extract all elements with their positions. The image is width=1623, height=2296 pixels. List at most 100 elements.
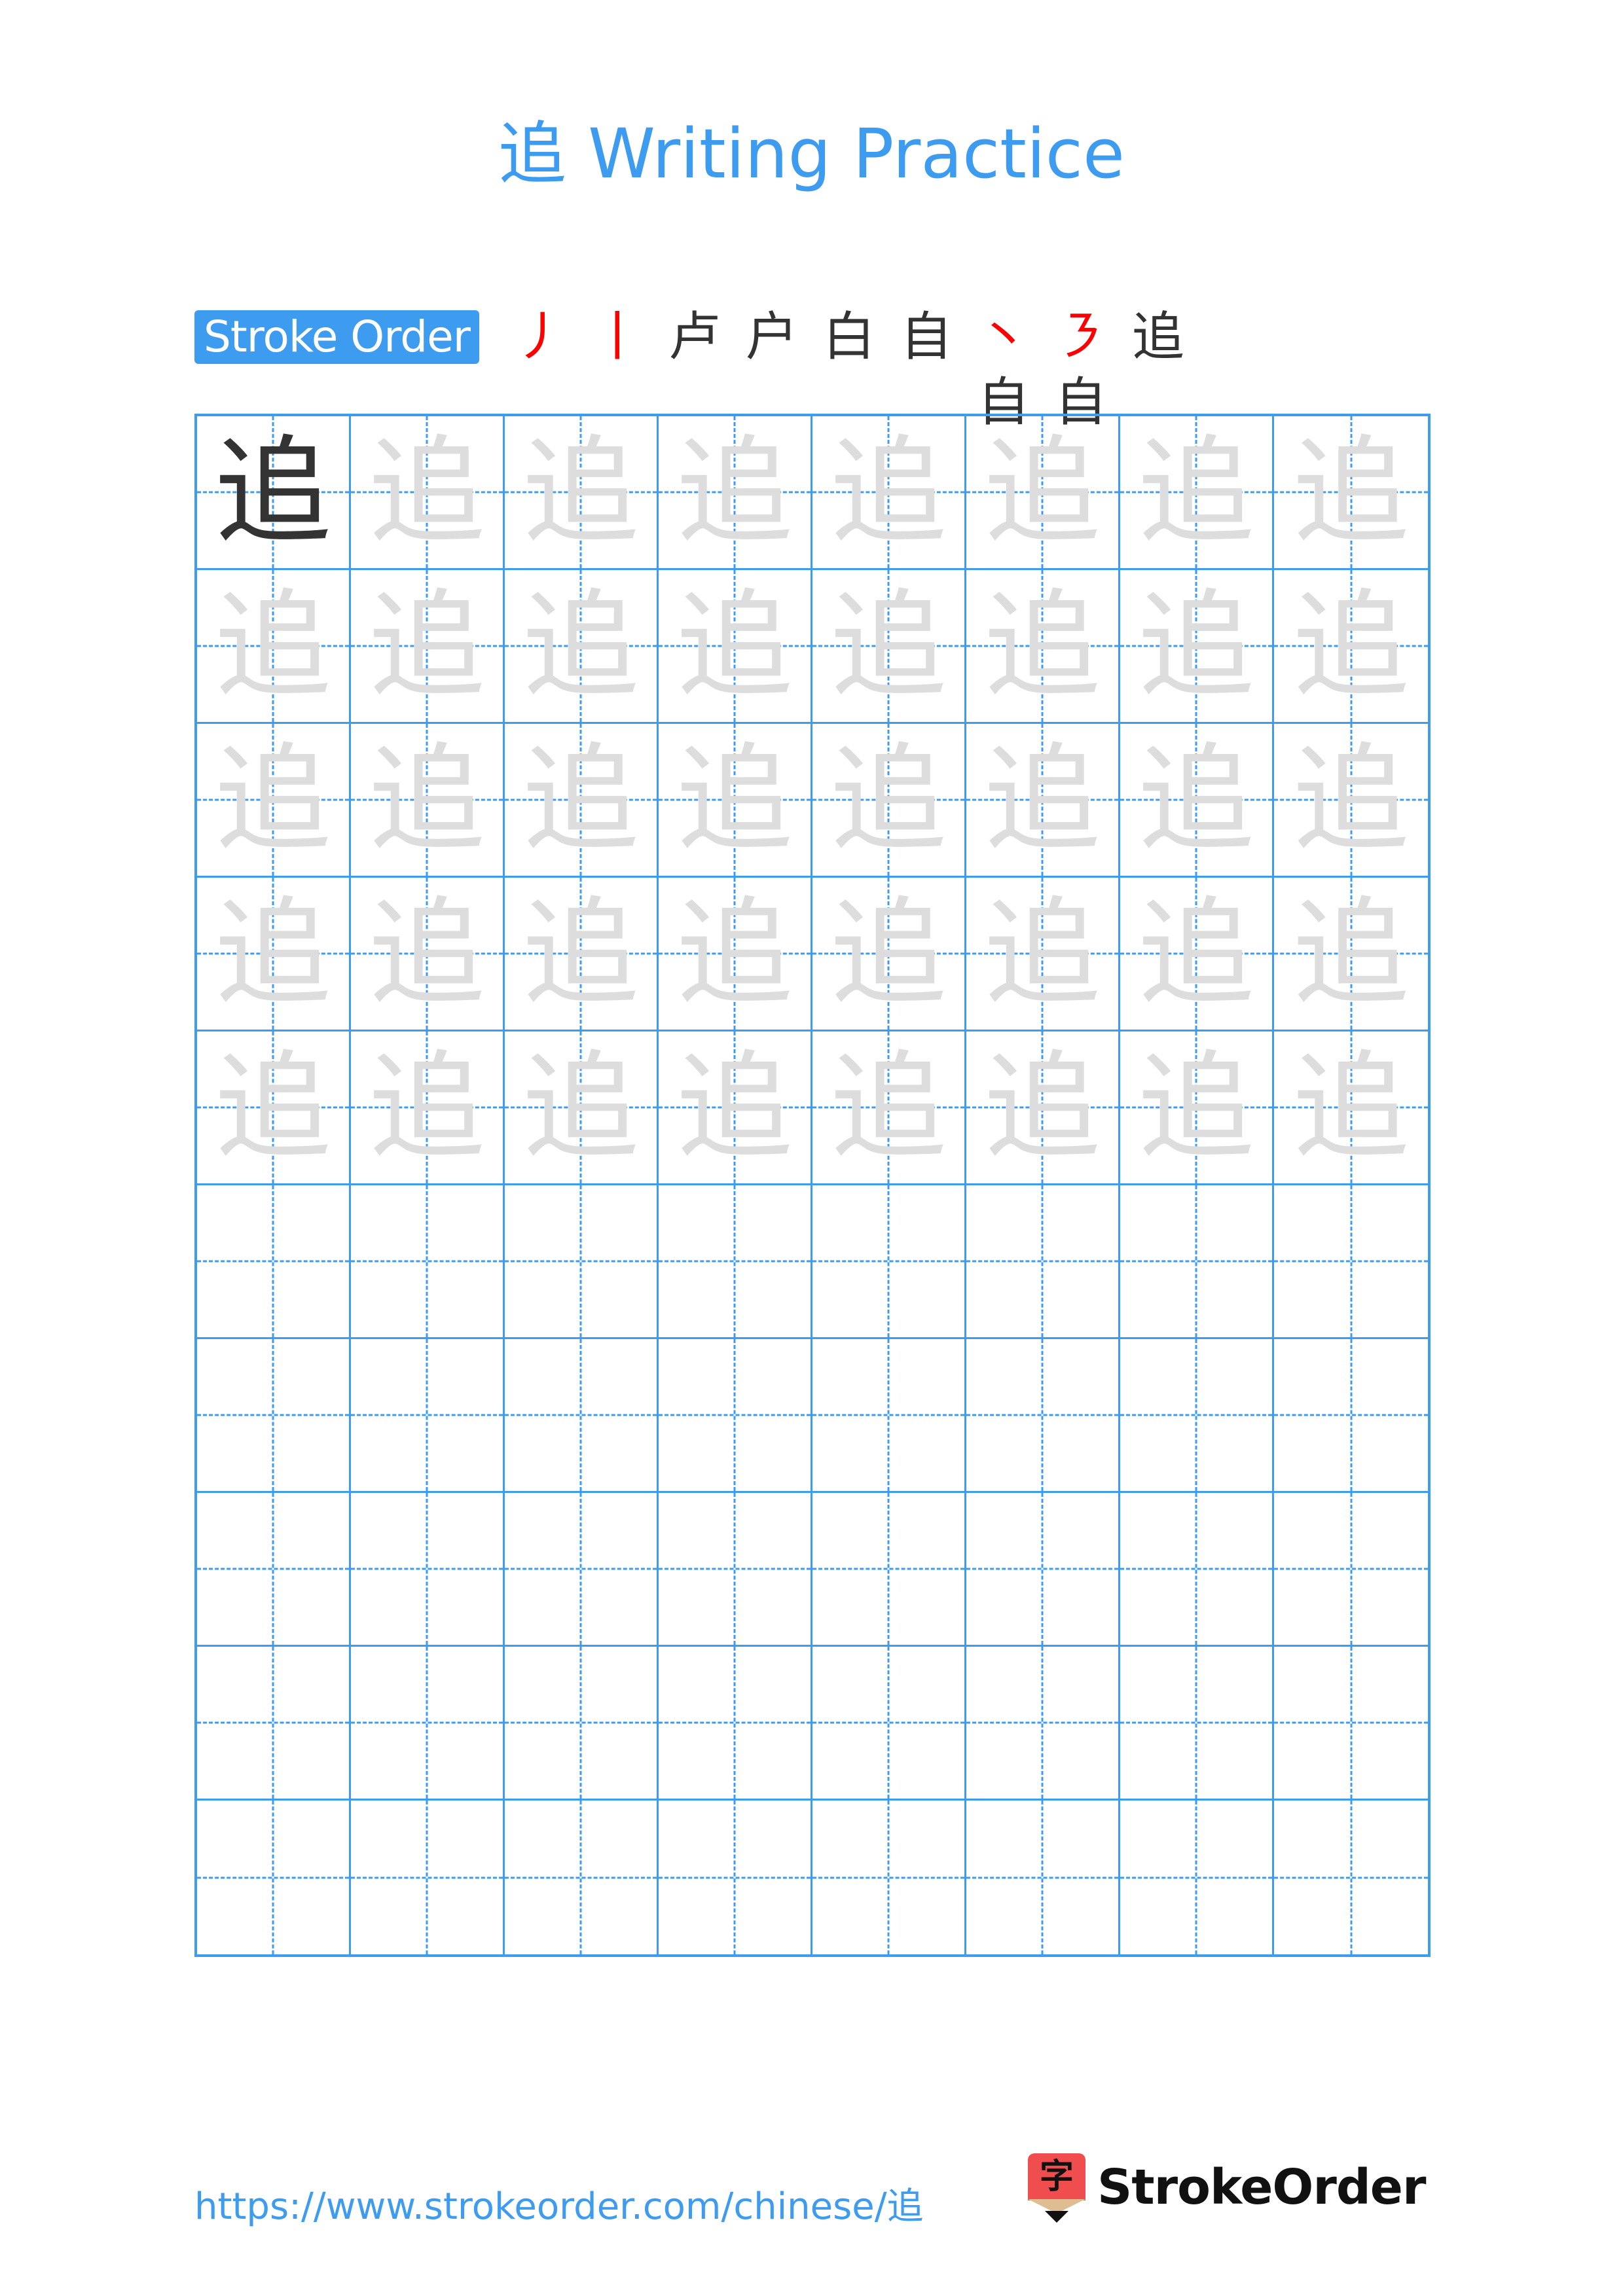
trace-character: 追 [369,1039,485,1175]
trace-cell: 追 [659,1031,812,1185]
trace-cell: 追 [505,878,659,1031]
blank-practice-cell [812,1647,966,1801]
trace-character: 追 [1292,1039,1410,1175]
trace-character: 追 [1292,578,1410,713]
trace-character: 追 [984,424,1101,560]
blank-practice-cell [1274,1801,1428,1954]
trace-character: 追 [984,732,1101,867]
trace-character: 追 [676,424,793,560]
trace-cell: 追 [659,570,812,724]
blank-practice-cell [1120,1185,1274,1339]
stroke-step-8: ㇋自 [1054,306,1107,433]
trace-character: 追 [1292,424,1410,560]
trace-cell: 追 [1120,1031,1274,1185]
trace-cell: 追 [1120,724,1274,878]
blank-practice-cell [1274,1185,1428,1339]
trace-cell: 追 [505,570,659,724]
trace-cell: 追 [1274,724,1428,878]
trace-cell: 追 [659,416,812,570]
stroke-step-1: 丿 [513,306,566,367]
trace-cell: 追 [1274,1031,1428,1185]
stroke-step-2: 丨 [591,306,644,367]
blank-practice-cell [812,1493,966,1647]
brand-logo[interactable]: 字 StrokeOrder [1028,2153,1426,2223]
trace-cell: 追 [351,878,505,1031]
stroke-step-7: 丶自 [977,306,1030,433]
trace-character: 追 [1138,886,1254,1021]
trace-character: 追 [1292,886,1410,1021]
stroke-order-steps: 丿 丨 卢 户 白 自 丶自 ㇋自 追 [501,304,1197,433]
blank-practice-cell [197,1339,351,1493]
blank-practice-cell [1274,1339,1428,1493]
blank-practice-cell [351,1647,505,1801]
trace-cell: 追 [505,724,659,878]
trace-character: 追 [522,886,639,1021]
trace-character: 追 [215,1039,331,1175]
trace-cell: 追 [1120,570,1274,724]
brand-name: StrokeOrder [1097,2159,1426,2215]
trace-cell: 追 [505,416,659,570]
blank-practice-cell [966,1801,1120,1954]
trace-cell: 追 [1274,878,1428,1031]
trace-cell: 追 [1274,570,1428,724]
blank-practice-cell [351,1801,505,1954]
trace-cell: 追 [197,570,351,724]
blank-practice-cell [197,1185,351,1339]
blank-practice-cell [659,1185,812,1339]
trace-cell: 追 [966,1031,1120,1185]
blank-practice-cell [659,1339,812,1493]
blank-practice-cell [966,1493,1120,1647]
blank-practice-cell [351,1185,505,1339]
trace-cell: 追 [351,570,505,724]
page-title: 追 Writing Practice [498,114,1125,194]
trace-cell: 追 [1274,416,1428,570]
trace-character: 追 [522,732,639,867]
blank-practice-cell [1120,1647,1274,1801]
trace-character: 追 [830,578,947,713]
trace-cell: 追 [659,724,812,878]
trace-character: 追 [369,886,485,1021]
practice-grid: 追追追追追追追追追追追追追追追追追追追追追追追追追追追追追追追追追追追追追追追追 [194,414,1431,1957]
trace-character: 追 [369,424,485,560]
blank-practice-cell [812,1801,966,1954]
model-character: 追 [215,424,331,560]
trace-cell: 追 [966,724,1120,878]
blank-practice-cell [197,1801,351,1954]
trace-character: 追 [830,424,947,560]
stroke-order-row: Stroke Order 丿 丨 卢 户 白 自 丶自 ㇋自 追 [194,306,1197,433]
trace-character: 追 [676,1039,793,1175]
blank-practice-cell [505,1493,659,1647]
trace-character: 追 [1138,732,1254,867]
trace-cell: 追 [505,1031,659,1185]
trace-character: 追 [1138,424,1254,560]
trace-character: 追 [215,732,331,867]
trace-cell: 追 [812,416,966,570]
trace-cell: 追 [812,878,966,1031]
trace-character: 追 [1292,732,1410,867]
trace-character: 追 [830,732,947,867]
trace-cell: 追 [197,1031,351,1185]
trace-cell: 追 [812,724,966,878]
trace-cell: 追 [197,724,351,878]
trace-cell: 追 [351,1031,505,1185]
trace-cell: 追 [812,1031,966,1185]
blank-practice-cell [505,1801,659,1954]
trace-cell: 追 [966,570,1120,724]
trace-character: 追 [215,578,331,713]
stroke-step-5: 白 [822,306,875,367]
trace-character: 追 [676,886,793,1021]
trace-character: 追 [984,1039,1101,1175]
blank-practice-cell [505,1339,659,1493]
stroke-step-3: 卢 [668,306,721,367]
footer-url-link[interactable]: https://www.strokeorder.com/chinese/追 [194,2177,924,2230]
blank-practice-cell [1274,1647,1428,1801]
trace-character: 追 [215,886,331,1021]
trace-cell: 追 [1120,878,1274,1031]
blank-practice-cell [659,1647,812,1801]
trace-character: 追 [676,578,793,713]
blank-practice-cell [966,1185,1120,1339]
stroke-step-4: 户 [745,306,798,367]
trace-character: 追 [1138,1039,1254,1175]
trace-cell: 追 [351,416,505,570]
trace-character: 追 [830,1039,947,1175]
